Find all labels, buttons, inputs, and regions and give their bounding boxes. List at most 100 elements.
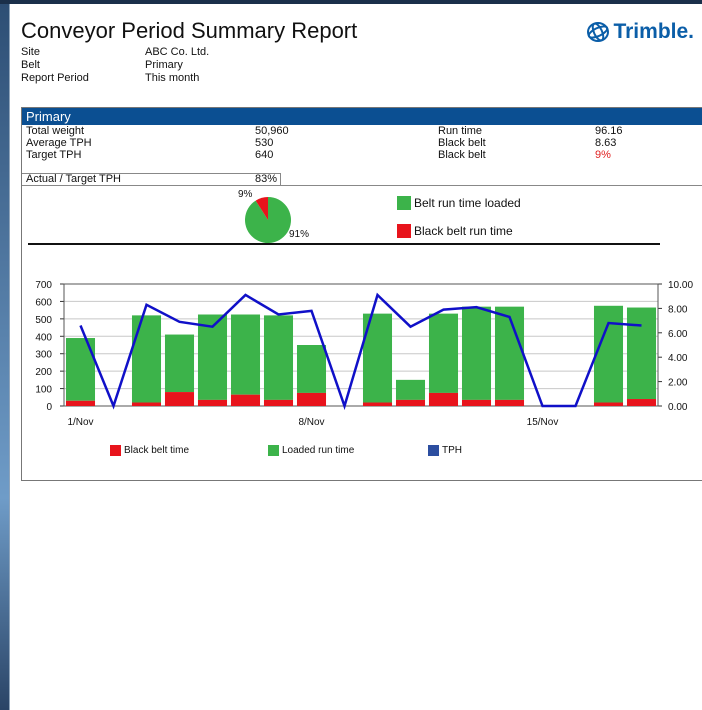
meta-value: ABC Co. Ltd.: [145, 46, 210, 58]
x-tick-label: 8/Nov: [298, 417, 324, 428]
bar-loaded-run-time: [131, 315, 162, 403]
stats-table: Total weight 50,960 Run time 96.16 Avera…: [22, 125, 702, 186]
bar-black-belt-time: [296, 392, 327, 406]
bar-loaded-run-time: [296, 345, 327, 393]
meta-label: Report Period: [21, 72, 89, 84]
legend-black-belt-time: Black belt time: [110, 445, 189, 456]
bar-black-belt-time: [593, 402, 624, 406]
legend-black: Black belt run time: [397, 224, 513, 238]
right-tick-label: 4.00: [668, 353, 688, 364]
pie-label-loaded: 91%: [289, 229, 310, 240]
daily-combo-chart: 0 100 200 300 400 500 600 700 0.00 2.00 4.00 6.00 8.…: [35, 280, 693, 428]
bar-loaded-run-time: [428, 313, 459, 393]
trimble-logo: Trimble.: [586, 20, 694, 44]
right-tick-label: 10.00: [668, 280, 693, 291]
left-tick-label: 200: [35, 367, 52, 378]
stat-value: 50,960: [255, 125, 289, 137]
legend-swatch-blue: [428, 445, 439, 456]
bar-black-belt-time: [626, 399, 657, 406]
bar-black-belt-time: [164, 392, 195, 406]
bar-black-belt-time: [230, 394, 261, 406]
stat-value: 96.16: [595, 125, 623, 137]
bar-black-belt-time: [131, 402, 162, 406]
legend-label: Belt run time loaded: [414, 196, 521, 210]
stat-label: Run time: [438, 125, 483, 137]
stat-value: 530: [255, 137, 274, 149]
bar-black-belt-time: [197, 399, 228, 406]
report-page: Conveyor Period Summary Report Trimble. …: [9, 4, 702, 710]
stat-label: Target TPH: [26, 149, 82, 161]
left-tick-label: 500: [35, 315, 52, 326]
x-tick-label: 1/Nov: [67, 417, 93, 428]
bar-loaded-run-time: [263, 315, 294, 400]
stat-label: Total weight: [26, 125, 85, 137]
stat-label: Average TPH: [26, 137, 92, 149]
right-tick-label: 2.00: [668, 378, 688, 389]
stat-label: Actual / Target TPH: [26, 173, 121, 185]
bar-black-belt-time: [395, 399, 426, 406]
bar-loaded-run-time: [494, 306, 525, 400]
legend-label: Loaded run time: [282, 445, 355, 456]
meta-row-site: Site ABC Co. Ltd.: [21, 46, 209, 59]
right-tick-label: 8.00: [668, 304, 688, 315]
bar-black-belt-time: [461, 399, 492, 406]
bar-black-belt-time: [494, 399, 525, 406]
window-left-frame: [0, 4, 9, 710]
bar-black-belt-time: [263, 399, 294, 406]
legend-swatch-green: [397, 196, 411, 210]
x-tick-label: 15/Nov: [527, 417, 559, 428]
bar-loaded-run-time: [395, 379, 426, 400]
bar-loaded-run-time: [164, 334, 195, 393]
stat-value-black-belt-pct: 9%: [595, 149, 611, 161]
stat-value: 8.63: [595, 137, 617, 149]
bar-loaded-run-time: [626, 307, 657, 400]
meta-label: Site: [21, 46, 40, 58]
right-tick-label: 6.00: [668, 329, 688, 340]
legend-swatch-red: [397, 224, 411, 238]
panel-header: Primary: [22, 108, 702, 125]
right-tick-label: 0.00: [668, 402, 688, 413]
bar-loaded-run-time: [461, 306, 492, 400]
legend-label: Black belt time: [124, 445, 190, 456]
stat-value: 640: [255, 149, 274, 161]
stat-row: Actual / Target TPH 83%: [22, 173, 702, 185]
section-divider: [28, 243, 660, 245]
stat-label: Black belt: [438, 149, 486, 161]
trimble-globe-icon: [587, 22, 610, 42]
stat-row: Target TPH 640 Black belt 9%: [22, 149, 702, 161]
report-title: Conveyor Period Summary Report: [21, 18, 358, 43]
stat-label: Black belt: [438, 137, 486, 149]
legend-swatch-red: [110, 445, 121, 456]
left-tick-label: 700: [35, 280, 52, 291]
meta-value: Primary: [145, 59, 183, 71]
legend-loaded: Belt run time loaded: [397, 196, 521, 210]
meta-row-period: Report Period This month: [21, 72, 209, 85]
left-tick-label: 0: [46, 402, 52, 413]
stat-row: Average TPH 530 Black belt 8.63: [22, 137, 702, 149]
left-tick-label: 100: [35, 385, 52, 396]
legend-tph: TPH: [428, 445, 462, 456]
meta-value: This month: [145, 72, 200, 84]
legend-label: TPH: [442, 445, 462, 456]
meta-row-belt: Belt Primary: [21, 59, 209, 72]
pie-section: 9% 91% Belt run time loaded Black belt r…: [22, 185, 702, 263]
meta-label: Belt: [21, 59, 40, 71]
bar-black-belt-time: [362, 402, 393, 406]
report-meta: Site ABC Co. Ltd. Belt Primary Report Pe…: [21, 46, 209, 85]
legend-label: Black belt run time: [414, 224, 513, 238]
runtime-pie-chart: [245, 197, 291, 243]
legend-loaded-run-time: Loaded run time: [268, 445, 354, 456]
bar-loaded-run-time: [593, 305, 624, 403]
bar-black-belt-time: [65, 400, 96, 406]
pie-label-black: 9%: [238, 189, 253, 200]
left-tick-label: 600: [35, 297, 52, 308]
legend-swatch-green: [268, 445, 279, 456]
stat-value: 83%: [255, 173, 278, 185]
left-tick-label: 300: [35, 350, 52, 361]
tph-line: [79, 292, 642, 411]
belt-summary-panel: Primary Total weight 50,960 Run time 96.…: [21, 107, 702, 481]
bar-black-belt-time: [428, 392, 459, 406]
bar-loaded-run-time: [230, 314, 261, 395]
stat-row: Total weight 50,960 Run time 96.16: [22, 125, 702, 137]
left-tick-label: 400: [35, 332, 52, 343]
